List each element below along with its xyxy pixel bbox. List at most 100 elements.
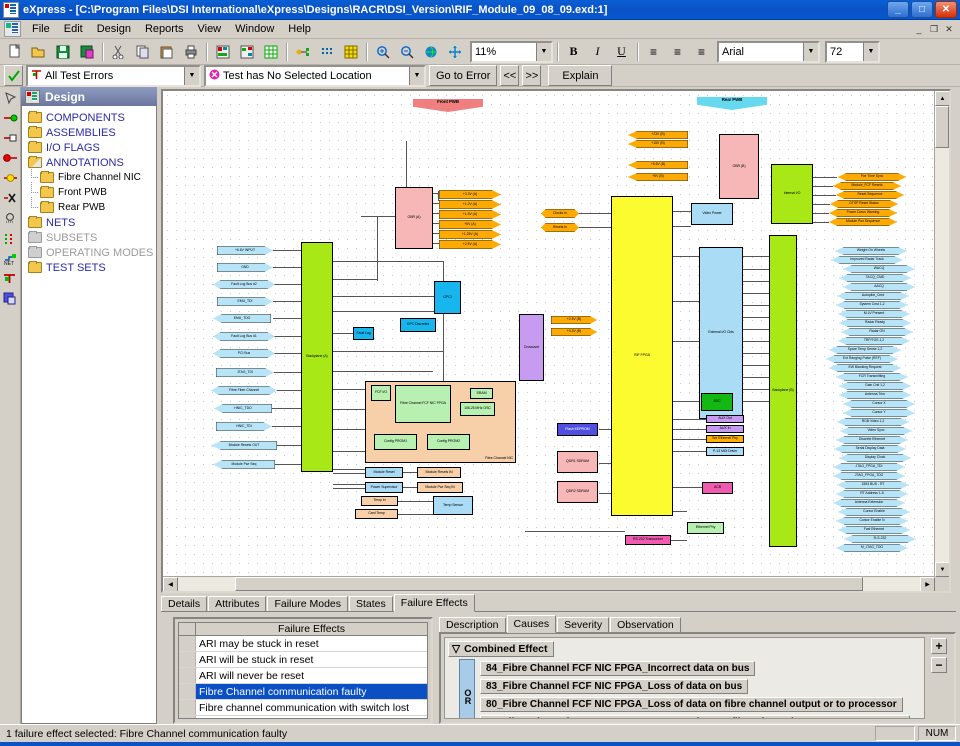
io-flag-pwr-a-3[interactable]: +5V (A) — [439, 220, 501, 229]
diagram-node-ethernet-phy[interactable]: Ethernet Phy — [687, 522, 724, 534]
font-size-combo[interactable]: 72 ▼ — [825, 40, 880, 63]
diagram-node-module-pwr-seq-in[interactable]: Module Pwr Seq IN — [417, 482, 463, 493]
save-all-icon[interactable] — [75, 40, 98, 63]
io-flag-left-9[interactable]: HNIC_TDO — [214, 404, 272, 413]
io-flag-left-12[interactable]: Module Pwr Seq — [213, 460, 275, 469]
maximize-button[interactable]: □ — [911, 1, 933, 18]
test-icon[interactable] — [1, 269, 19, 287]
cause-node[interactable]: 80_Fibre Channel FCF NIC FPGA_Loss of da… — [480, 697, 903, 712]
combined-effect-header[interactable]: ▽ Combined Effect — [448, 641, 554, 657]
io-flag-rb-29[interactable]: Cursor Enable — [838, 508, 910, 516]
io-flag-pwr-a-5[interactable]: +2.5V (A) — [439, 240, 501, 249]
row-marker[interactable] — [179, 684, 196, 699]
diagram-node-front-pwb-banner[interactable]: Front PWB — [413, 99, 483, 112]
new-icon[interactable] — [3, 40, 26, 63]
diagram-node-internal-io[interactable]: Internal I/O — [771, 164, 813, 224]
tab-attributes[interactable]: Attributes — [208, 596, 267, 611]
io-flag-rb-9[interactable]: Radar ON — [841, 328, 913, 336]
io-flag-pwr-a-4[interactable]: +1.25V (A) — [439, 230, 501, 239]
menu-item-design[interactable]: Design — [90, 21, 138, 37]
io-flag-ro-5[interactable]: Module Pwr Sequence — [829, 218, 897, 226]
tab-failure-effects[interactable]: Failure Effects — [393, 594, 475, 612]
cause-node[interactable]: 84_Fibre Channel FCF NIC FPGA_Incorrect … — [480, 661, 756, 676]
io-flag-left-3[interactable]: EMU_TDI — [217, 297, 273, 306]
scroll-up-arrow[interactable]: ▲ — [935, 91, 949, 106]
io-flag-pwr-a-1[interactable]: +1.2V (A) — [439, 200, 501, 209]
io-flag-pwr-b-1[interactable]: +15V (B) — [628, 140, 688, 148]
diagram-node-rs232-transceiver[interactable]: RS-232 Transceiver — [625, 535, 671, 545]
mdi-restore-button[interactable]: ❐ — [927, 23, 941, 36]
io-flag-rb-27[interactable]: RT Address 1-5 — [836, 490, 908, 498]
diagram-node-osc[interactable]: 106.25 MHz OSC — [460, 402, 495, 416]
diagram-node-config-prom2[interactable]: Config PROM2 — [427, 434, 470, 450]
expander-icon[interactable]: ▽ — [452, 643, 460, 655]
zoom-combo[interactable]: 11% ▼ — [470, 40, 553, 63]
diagram-node-ser-ethernet-phy[interactable]: Ser Ethernet Phy — [706, 435, 744, 443]
next-error-button[interactable]: >> — [522, 65, 542, 86]
zoom-in-icon[interactable] — [371, 40, 394, 63]
io-flag-rb-17[interactable]: Cursor X — [843, 400, 915, 408]
io-flag-rb-15[interactable]: Gain Cntl 1,2 — [839, 382, 911, 390]
menu-item-help[interactable]: Help — [281, 21, 318, 37]
tree-item-assemblies[interactable]: ASSEMBLIES — [22, 125, 156, 140]
table-row[interactable]: ARI will never be reset — [179, 668, 427, 684]
diagram-node-temp-sensor[interactable]: Temp Sensor — [433, 496, 473, 515]
tab-causes[interactable]: Causes — [506, 615, 557, 633]
tree-item-annotations[interactable]: ANNOTATIONS — [22, 155, 156, 170]
io-flag-left-8[interactable]: Fibre Fiber Channel — [211, 386, 277, 395]
io-flag-left-4[interactable]: EMU_TDO — [213, 314, 271, 323]
diagram-node-qdr2-sdram[interactable]: QDR2 SDRAM — [557, 481, 598, 503]
diagram-node-module-reset[interactable]: Module Reset — [365, 467, 403, 478]
diagram-node-flash-eeprom[interactable]: Flash EEPROM — [557, 423, 598, 436]
chevron-down-icon[interactable]: ▼ — [409, 66, 424, 85]
diagram-node-config-prom1[interactable]: Config PROM1 — [374, 434, 417, 450]
bargraph-icon[interactable] — [1, 229, 19, 247]
io-flag-rb-24[interactable]: JTAG_FPGA_TDI — [833, 463, 905, 471]
row-marker[interactable] — [179, 668, 196, 683]
diagram-node-fault-log[interactable]: Fault Log — [353, 327, 374, 340]
menu-item-file[interactable]: File — [25, 21, 57, 37]
table-row[interactable]: Fibre Channel communication faulty — [179, 684, 427, 700]
cause-node[interactable]: 83_Fibre Channel FCF NIC FPGA_Loss of da… — [480, 679, 749, 694]
io-flag-rb-25[interactable]: JTAG_FPGA_TDO — [833, 472, 905, 480]
grid-icon[interactable] — [339, 40, 362, 63]
io-flag-rb-26[interactable]: 1553 BUS - RT — [837, 481, 909, 489]
io-flag-left-6[interactable]: PCI Bus — [213, 349, 275, 358]
save-icon[interactable] — [51, 40, 74, 63]
io-flag-left-0[interactable]: +6.6V INPUT — [217, 246, 273, 255]
bold-button[interactable]: B — [562, 40, 585, 63]
test-location-combo[interactable]: Test has No Selected Location ▼ — [204, 64, 426, 87]
diagram-node-pci-bus-driver[interactable]: P-13 MDI Driver — [706, 447, 744, 456]
delete-x-icon[interactable] — [1, 189, 19, 207]
check-icon[interactable] — [4, 65, 23, 86]
mdi-minimize-button[interactable]: _ — [912, 23, 926, 36]
tree-item-fibre-channel-nic[interactable]: Fibre Channel NIC — [22, 167, 156, 185]
pan-icon[interactable] — [443, 40, 466, 63]
io-flag-left-2[interactable]: Fault Log Bus #2 — [213, 280, 275, 289]
io-flag-left-7[interactable]: JTAG_TDI — [216, 368, 274, 377]
io-flag-pwr-b-0[interactable]: +23V (B) — [628, 131, 688, 139]
diagram-node-rif-fpga[interactable]: RIF FPGA — [611, 196, 673, 516]
yellow-dot-icon[interactable] — [1, 169, 19, 187]
scroll-left-arrow[interactable]: ◀ — [163, 577, 178, 591]
close-button[interactable]: ✕ — [935, 1, 957, 18]
zoom-out-button[interactable]: − — [931, 657, 947, 673]
tab-description[interactable]: Description — [439, 617, 506, 632]
chevron-down-icon[interactable]: ▼ — [803, 42, 818, 61]
io-flag-rb-4[interactable]: AACQ — [843, 283, 915, 291]
tree-item-components[interactable]: COMPONENTS — [22, 110, 156, 125]
combined-effect-canvas[interactable]: ▽ Combined Effect OR 84_Fibre Channel FC… — [444, 637, 925, 719]
menu-item-window[interactable]: Window — [228, 21, 281, 37]
table-row[interactable]: Fibre channel communication with switch … — [179, 700, 427, 716]
io-flag-rb-2[interactable]: WACQ — [843, 265, 915, 273]
cut-icon[interactable] — [107, 40, 130, 63]
diagram-node-gpc-discretes[interactable]: GPC Discretes — [400, 318, 436, 332]
tree-item-test-sets[interactable]: TEST SETS — [22, 260, 156, 275]
tree-item-front-pwb[interactable]: Front PWB — [22, 182, 156, 200]
io-flag-left-1[interactable]: GND — [217, 263, 273, 272]
diagram-node-power-supervisor[interactable]: Power Supervisor — [365, 482, 403, 493]
io-flag-rb-14[interactable]: FCR Transmitting — [836, 373, 908, 381]
io-flag-left-5[interactable]: Fault Log Bus #1 — [213, 332, 275, 341]
chevron-down-icon[interactable]: ▼ — [184, 66, 199, 85]
zoom-out-icon[interactable] — [395, 40, 418, 63]
